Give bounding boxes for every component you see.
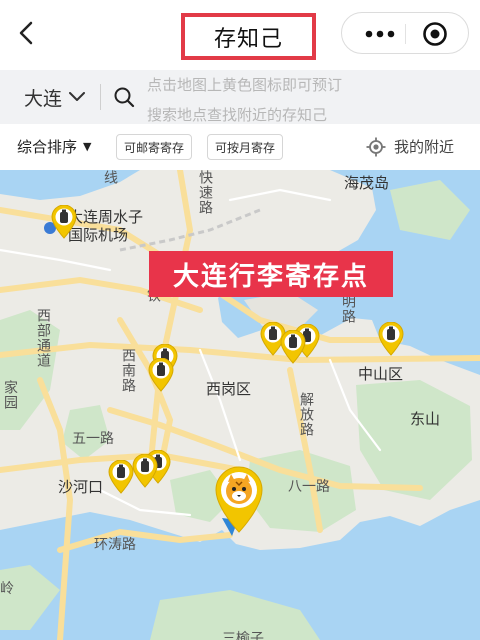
map-label-jiefang: 解放路: [298, 392, 314, 437]
search-hint-line1: 点击地图上黄色图标即可预订: [147, 76, 343, 94]
storage-marker-luggage-icon[interactable]: [132, 454, 158, 488]
page-title: 存知己: [213, 26, 283, 52]
back-button[interactable]: [12, 18, 40, 48]
filter-bar: 综合排序 ▼ 可邮寄寄存 可按月寄存 我的附近: [0, 124, 480, 170]
search-hint-line2: 搜索地点查找附近的存知己: [147, 106, 328, 124]
storage-marker-luggage-icon[interactable]: [51, 205, 77, 239]
map-label-zhongshan: 中山区: [358, 365, 404, 383]
map-label-xibu: 西部通道: [35, 308, 51, 368]
mail-storage-filter-chip[interactable]: 可邮寄寄存: [116, 134, 192, 160]
capsule-divider: [405, 24, 406, 44]
storage-marker-luggage-icon[interactable]: [148, 358, 174, 392]
chevron-left-icon: [19, 21, 33, 45]
search-divider: [100, 84, 101, 110]
map-label-shahekou: 沙河口: [58, 478, 104, 496]
storage-marker-luggage-icon[interactable]: [280, 330, 306, 364]
top-nav-bar: 存知己: [0, 0, 480, 68]
nearby-button[interactable]: 我的附近: [366, 136, 454, 157]
nearby-label: 我的附近: [394, 138, 455, 156]
page-title-box: 存知己: [181, 13, 316, 60]
map-label-bayi: 八一路: [288, 479, 330, 495]
search-icon: [113, 86, 135, 108]
city-label: 大连: [24, 87, 63, 110]
map-view[interactable]: 线 大连周水子 国际机场 快速路 海茂岛 明路 铁 西部通道 西南路 中山区 西…: [0, 170, 480, 640]
map-label-bottom: 三榆子: [222, 631, 264, 640]
miniapp-capsule: [341, 12, 469, 54]
promo-banner: 大连行李寄存点: [149, 251, 393, 297]
city-selector[interactable]: 大连: [0, 70, 100, 124]
storage-marker-luggage-icon[interactable]: [108, 460, 134, 494]
map-label-haimao: 海茂岛: [344, 174, 390, 192]
more-dots-icon: [365, 30, 395, 38]
map-label-wuyi: 五一路: [72, 431, 114, 447]
more-button[interactable]: [358, 22, 402, 46]
locate-icon: [366, 137, 386, 157]
tiger-mascot-location-icon[interactable]: [214, 466, 264, 536]
map-label-ming: 明路: [340, 294, 356, 324]
map-label-huantao: 环涛路: [94, 537, 136, 553]
caret-down-icon: ▼: [83, 140, 92, 153]
monthly-storage-filter-chip[interactable]: 可按月寄存: [207, 134, 283, 160]
search-bar: 大连 点击地图上黄色图标即可预订 搜索地点查找附近的存知己: [0, 70, 480, 124]
map-label-airport-line2: 国际机场: [68, 226, 129, 244]
app-screen: 存知己 大连 点击地图上黄色图标即可预订 搜索地点查找附近的存知己 综合排序 ▼…: [0, 0, 480, 640]
target-circle-icon: [423, 22, 447, 46]
map-label-ling: 岭: [0, 581, 14, 597]
chevron-down-icon: [69, 92, 86, 102]
close-miniapp-button[interactable]: [422, 21, 448, 47]
search-input[interactable]: 点击地图上黄色图标即可预订 搜索地点查找附近的存知己: [147, 70, 447, 124]
sort-dropdown[interactable]: 综合排序 ▼: [17, 136, 91, 157]
map-label-jia: 家园: [2, 380, 18, 410]
map-label-kuaisu: 快速路: [197, 170, 213, 215]
map-label-xian: 线: [102, 170, 118, 185]
sort-label: 综合排序: [17, 138, 78, 156]
promo-banner-text: 大连行李寄存点: [172, 261, 369, 292]
map-label-dongshan: 东山: [410, 410, 441, 428]
map-label-xinan: 西南路: [120, 348, 136, 393]
storage-marker-luggage-icon[interactable]: [378, 322, 404, 356]
map-label-xigang: 西岗区: [206, 380, 252, 398]
